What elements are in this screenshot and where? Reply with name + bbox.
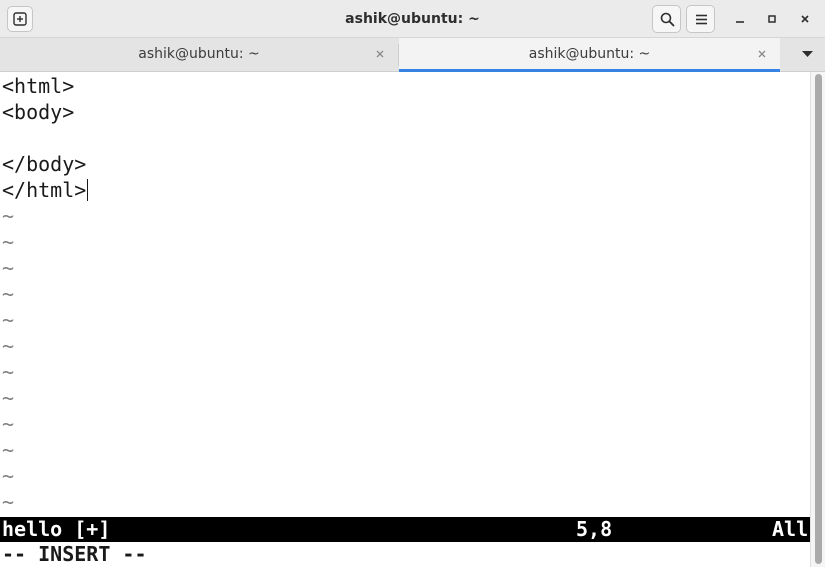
terminal-view[interactable]: <html> <body> </body> </html> ~ ~ ~ ~ ~ ~ ~ ~ ~ ~ ~ ~ … [0, 72, 810, 567]
vim-status-bar: hello [+] 5,8 All [0, 517, 810, 542]
empty-line-marker: ~ [2, 282, 15, 306]
terminal-window: ashik@ubuntu: ~ ashik@ubuntu: ~ ashik@ub… [0, 0, 825, 567]
status-cursor-position: 5,8 [576, 517, 613, 541]
empty-line-marker: ~ [2, 386, 15, 410]
status-scroll-position: All [772, 517, 809, 541]
hamburger-menu-icon [696, 14, 707, 25]
empty-line-marker: ~ [2, 256, 15, 280]
empty-line-marker: ~ [2, 204, 15, 228]
close-button[interactable] [795, 9, 815, 29]
empty-line-marker: ~ [2, 334, 15, 358]
editor-line-text: <body> [2, 100, 75, 124]
empty-line-marker: ~ [2, 438, 15, 462]
chevron-down-icon [802, 51, 813, 57]
editor-line-text: </html> [2, 178, 87, 202]
tab-label: ashik@ubuntu: ~ [138, 46, 260, 62]
new-tab-icon [13, 12, 27, 26]
editor-line: <html> [2, 73, 74, 99]
empty-line-marker: ~ [2, 360, 15, 384]
tab-label: ashik@ubuntu: ~ [528, 46, 651, 62]
editor-line-text: <html> [2, 74, 75, 98]
editor-line: </html> [2, 177, 89, 203]
new-tab-button[interactable] [7, 6, 33, 32]
terminal-scrollbar[interactable] [810, 72, 825, 567]
empty-line-marker: ~ [2, 412, 15, 436]
tab-close-icon[interactable] [756, 48, 768, 60]
tab-list-dropdown[interactable] [790, 38, 825, 71]
empty-line-marker: ~ [2, 490, 15, 514]
text-cursor [87, 179, 89, 201]
title-bar: ashik@ubuntu: ~ [0, 0, 825, 38]
tab-bar: ashik@ubuntu: ~ ashik@ubuntu: ~ [0, 38, 825, 72]
search-icon [660, 12, 675, 27]
minimize-icon [736, 21, 744, 23]
maximize-icon [768, 15, 776, 23]
empty-line-marker: ~ [2, 230, 15, 254]
scrollbar-thumb[interactable] [815, 74, 822, 564]
tab-1[interactable]: ashik@ubuntu: ~ [0, 38, 398, 71]
menu-button[interactable] [686, 5, 715, 33]
editor-line: </body> [2, 151, 86, 177]
close-icon [801, 15, 809, 23]
empty-line-marker: ~ [2, 308, 15, 332]
editor-line-text: </body> [2, 152, 87, 176]
empty-line-marker: ~ [2, 464, 15, 488]
tab-close-icon[interactable] [374, 48, 386, 60]
tab-2[interactable]: ashik@ubuntu: ~ [399, 38, 780, 72]
vim-mode-indicator: -- INSERT -- [2, 542, 147, 566]
search-button[interactable] [652, 5, 681, 33]
minimize-button[interactable] [730, 9, 750, 29]
status-filename: hello [+] [2, 517, 111, 541]
editor-line: <body> [2, 99, 74, 125]
maximize-button[interactable] [762, 9, 782, 29]
